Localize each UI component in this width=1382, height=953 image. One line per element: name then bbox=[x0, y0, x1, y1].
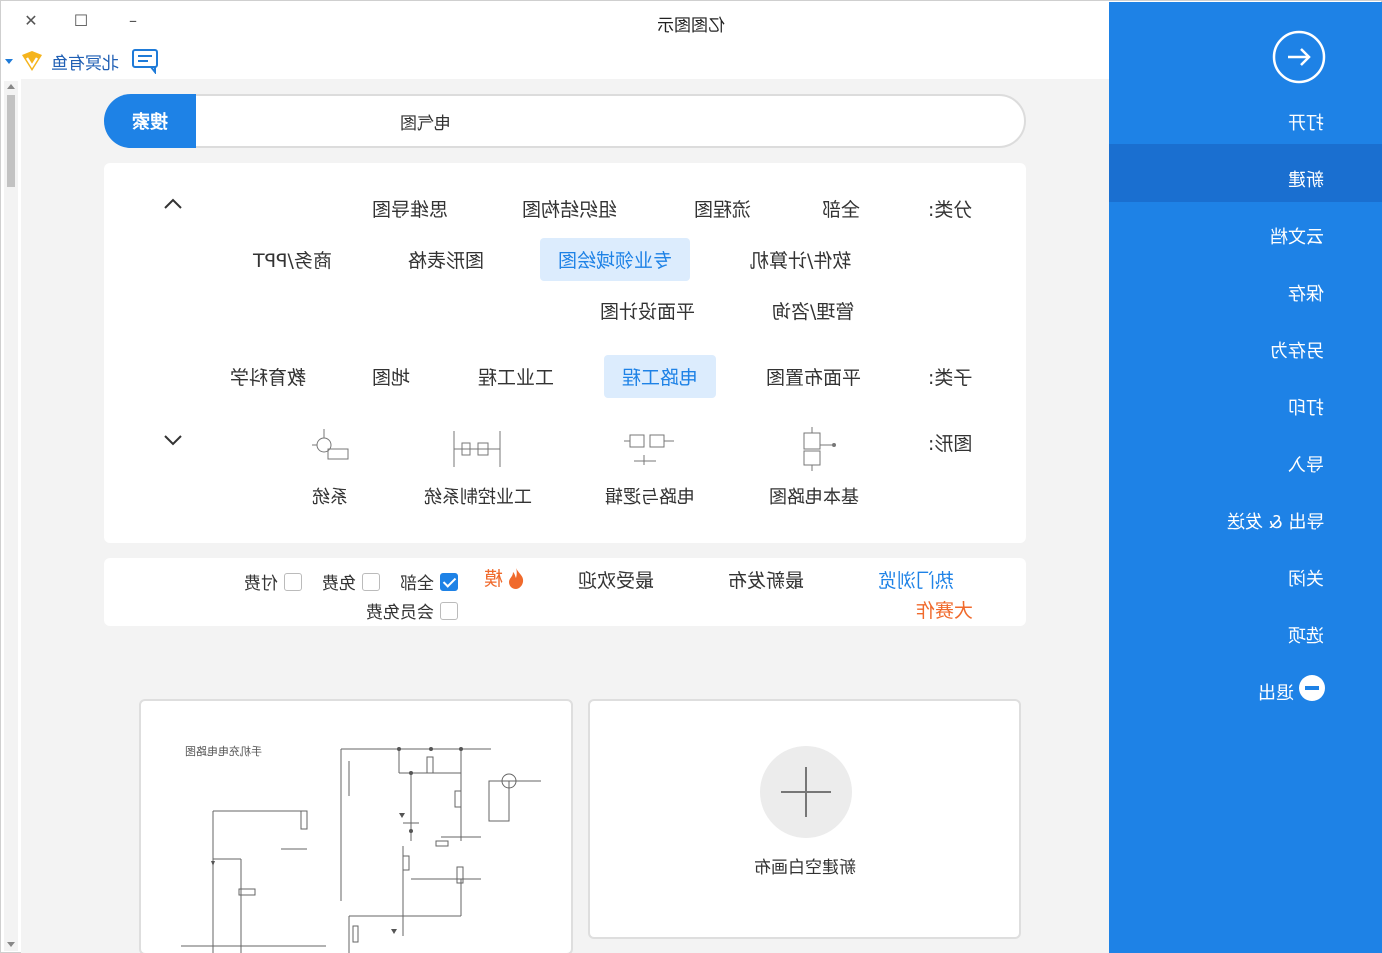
category-business-ppt[interactable]: 商务/PPT bbox=[235, 238, 350, 281]
search-input[interactable] bbox=[400, 108, 1000, 134]
minimize-icon[interactable]: – bbox=[119, 7, 147, 33]
username[interactable]: 北冥有鱼 bbox=[51, 49, 119, 74]
flame-icon bbox=[509, 567, 524, 589]
shape-system[interactable]: 系统 bbox=[260, 425, 400, 509]
checkbox-free[interactable] bbox=[362, 572, 380, 591]
category-software[interactable]: 软件/计算机 bbox=[732, 238, 869, 281]
maximize-icon[interactable]: ☐ bbox=[67, 7, 95, 33]
new-blank-canvas-label: 新建空白画布 bbox=[753, 858, 856, 878]
chevron-down-icon[interactable] bbox=[5, 58, 13, 64]
sidebar-item-open[interactable]: 打开 bbox=[1288, 109, 1324, 135]
subcategory-circuit[interactable]: 电路工程 bbox=[604, 355, 717, 398]
contest-link[interactable]: 大赛作 bbox=[916, 596, 973, 623]
subcategory-floor-plan[interactable]: 平面布置图 bbox=[748, 355, 879, 398]
filter-all[interactable]: 全部 bbox=[400, 569, 458, 594]
user-bar[interactable]: 北冥有鱼 bbox=[5, 47, 161, 75]
exit-icon[interactable] bbox=[1299, 675, 1325, 701]
chevron-down-icon[interactable] bbox=[162, 429, 184, 451]
close-icon[interactable]: ✕ bbox=[17, 7, 45, 33]
hot-templates[interactable]: 模 bbox=[484, 564, 527, 591]
category-management[interactable]: 管理/咨询 bbox=[754, 289, 872, 332]
category-flowchart[interactable]: 流程图 bbox=[676, 187, 769, 230]
category-label: 分类: bbox=[927, 199, 972, 221]
category-graphic-design[interactable]: 平面设计图 bbox=[582, 289, 713, 332]
search-bar: 搜索 bbox=[104, 94, 1026, 148]
sidebar-item-close[interactable]: 关闭 bbox=[1288, 565, 1324, 591]
template-card[interactable]: 手机充电电路图 bbox=[139, 699, 573, 953]
sidebar-item-options[interactable]: 选项 bbox=[1288, 622, 1324, 648]
shape-industrial-control[interactable]: 工业控制系统 bbox=[408, 425, 548, 509]
sidebar-item-new[interactable]: 新建 bbox=[1288, 166, 1324, 192]
subcategory-map[interactable]: 地图 bbox=[354, 355, 428, 398]
search-button[interactable]: 搜索 bbox=[104, 94, 196, 148]
sidebar-item-export-send[interactable]: 导出 & 发送 bbox=[1227, 508, 1324, 534]
sort-bar: 热门浏览 最新发布 最受欢迎 大赛作 模 全部 免费 付费 会员免费 bbox=[104, 558, 1026, 626]
plus-icon[interactable] bbox=[760, 746, 852, 838]
checkbox-all[interactable] bbox=[440, 572, 458, 591]
file-menu-sidebar: 打开 新建 云文档 保存 另存为 打印 导入 导出 & 发送 关闭 选项 退出 bbox=[1109, 2, 1382, 953]
chat-icon[interactable] bbox=[131, 48, 161, 74]
sidebar-item-cloud-docs[interactable]: 云文档 bbox=[1270, 223, 1324, 249]
scroll-up-icon[interactable] bbox=[7, 84, 15, 89]
category-mind-map[interactable]: 思维导图 bbox=[354, 187, 466, 230]
filter-panel: 分类: 全部 流程图 组织结构图 思维导图 软件/计算机 专业领域绘图 图形表格… bbox=[104, 163, 1026, 543]
sort-newest[interactable]: 最新发布 bbox=[728, 566, 804, 593]
filter-paid[interactable]: 付费 bbox=[244, 569, 302, 594]
sidebar-item-import[interactable]: 导入 bbox=[1288, 451, 1324, 477]
category-tables[interactable]: 图形表格 bbox=[390, 238, 502, 281]
industrial-control-icon bbox=[453, 431, 501, 467]
subcategory-industrial[interactable]: 工业工程 bbox=[460, 355, 572, 398]
app-title: 亿图图示 bbox=[657, 16, 725, 36]
circuit-logic-icon bbox=[624, 434, 674, 465]
chevron-up-icon[interactable] bbox=[162, 193, 184, 215]
sort-hot[interactable]: 热门浏览 bbox=[878, 566, 954, 593]
circuit-diagram-preview bbox=[181, 747, 541, 953]
open-arrow-icon[interactable] bbox=[1271, 29, 1327, 85]
sidebar-item-exit[interactable]: 退出 bbox=[1258, 679, 1294, 705]
category-org-chart[interactable]: 组织结构图 bbox=[504, 187, 635, 230]
category-professional[interactable]: 专业领域绘图 bbox=[540, 238, 691, 281]
sidebar-item-save-as[interactable]: 另存为 bbox=[1270, 337, 1324, 363]
subcategory-education[interactable]: 教育科学 bbox=[212, 355, 324, 398]
sidebar-item-save[interactable]: 保存 bbox=[1288, 280, 1324, 306]
sidebar-selected-highlight bbox=[1109, 144, 1382, 202]
app-window: ✕ ☐ – 亿图图示 北冥有鱼 搜索 分类: 全部 流程图 组织结构图 思维 bbox=[0, 0, 1382, 953]
scrollbar-thumb[interactable] bbox=[7, 95, 15, 187]
system-icon bbox=[312, 429, 349, 460]
shape-circuit-logic[interactable]: 电路与逻辑 bbox=[580, 425, 720, 509]
subcategory-label: 子类: bbox=[927, 367, 972, 389]
vertical-scrollbar[interactable] bbox=[4, 81, 18, 951]
filter-member-free[interactable]: 会员免费 bbox=[366, 598, 458, 623]
sidebar-item-print[interactable]: 打印 bbox=[1288, 394, 1324, 420]
filter-free[interactable]: 免费 bbox=[322, 569, 380, 594]
scroll-down-icon[interactable] bbox=[7, 942, 15, 947]
new-blank-canvas-card[interactable]: 新建空白画布 bbox=[588, 699, 1021, 939]
shape-basic-circuit[interactable]: 基本电路图 bbox=[744, 425, 884, 509]
vip-badge-icon bbox=[22, 51, 42, 71]
basic-circuit-icon bbox=[803, 427, 836, 471]
shape-label: 图形: bbox=[927, 433, 972, 455]
checkbox-paid[interactable] bbox=[284, 572, 302, 591]
category-all[interactable]: 全部 bbox=[804, 187, 878, 230]
sort-popular[interactable]: 最受欢迎 bbox=[578, 566, 654, 593]
checkbox-member-free[interactable] bbox=[440, 601, 458, 620]
